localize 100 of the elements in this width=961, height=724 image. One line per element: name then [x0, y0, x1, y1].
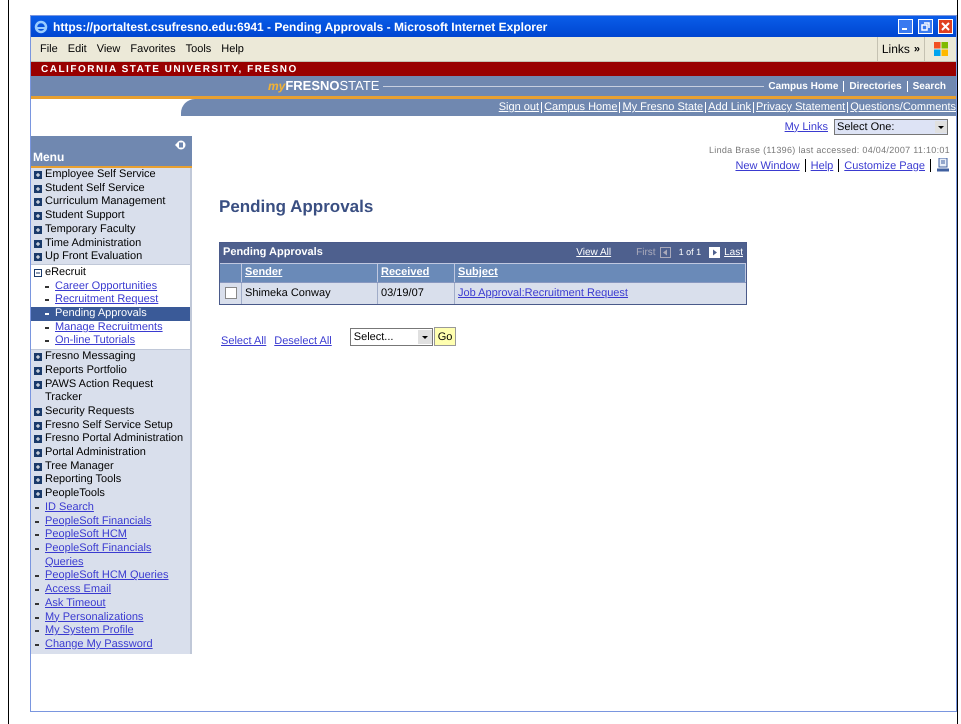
next-icon[interactable] [709, 247, 720, 258]
select-all-link[interactable]: Select All [221, 332, 266, 349]
portal-link[interactable]: Questions/Comments [850, 99, 956, 116]
menu-link[interactable]: On-line Tutorials [31, 334, 190, 348]
column-header[interactable]: Sender [245, 264, 282, 281]
menu-link[interactable]: PeopleSoft HCM [31, 528, 190, 542]
menu-link[interactable]: Recruitment Request [31, 293, 190, 308]
bullet-icon [45, 326, 49, 329]
my-links-link[interactable]: My Links [784, 118, 828, 136]
view-all-link[interactable]: View All [576, 245, 612, 260]
menu-link[interactable]: Career Opportunities [31, 280, 190, 294]
bullet-icon [45, 340, 49, 342]
menu-link[interactable]: Manage Recruitments [31, 320, 190, 334]
subject-link[interactable]: Job Approval:Recruitment Request [458, 284, 628, 302]
expand-icon[interactable] [34, 422, 42, 430]
minimize-button[interactable] [898, 19, 913, 34]
menu-folder[interactable]: PeopleTools [31, 487, 190, 501]
menu-link[interactable]: My Personalizations [31, 610, 190, 624]
menu-folder[interactable]: Fresno Self Service Setup [31, 418, 190, 432]
page-link[interactable]: Customize Page [844, 158, 925, 174]
menu-link[interactable]: Ask Timeout [31, 596, 190, 610]
expand-icon[interactable] [34, 212, 42, 220]
portal-link[interactable]: Sign out [498, 99, 540, 116]
page-link[interactable]: New Window [735, 158, 800, 174]
menu-link[interactable]: Pending Approvals [31, 307, 190, 321]
menu-link[interactable]: Change My Password [31, 638, 190, 652]
expand-icon[interactable] [34, 226, 42, 234]
expand-icon[interactable] [34, 184, 42, 193]
column-header[interactable]: Subject [458, 264, 498, 281]
go-button[interactable]: Go [434, 327, 456, 346]
menu-folder[interactable]: eRecruit [31, 266, 190, 280]
menu-link[interactable]: PeopleSoft Financials Queries [31, 542, 190, 570]
banner-link[interactable]: Directories [849, 78, 902, 94]
menu-folder[interactable]: Reports Portfolio [31, 364, 190, 378]
menu-item[interactable]: File [35, 40, 63, 58]
menu-folder[interactable]: Portal Administration [31, 446, 190, 460]
expand-icon[interactable] [34, 240, 42, 248]
collapse-icon[interactable] [34, 268, 42, 277]
menu-folder[interactable]: Employee Self Service [31, 168, 190, 182]
menu-item[interactable]: View [92, 40, 126, 58]
action-select[interactable]: Select... [350, 328, 433, 346]
menu-item[interactable]: Help [216, 40, 249, 58]
close-icon [941, 22, 950, 31]
bullet-icon [35, 602, 39, 605]
expand-icon[interactable] [34, 462, 42, 471]
my-links-select[interactable]: Select One: [834, 119, 948, 135]
chevron[interactable]: » [914, 40, 920, 58]
menu-folder[interactable]: PAWS Action Request Tracker [31, 378, 190, 405]
expand-icon[interactable] [34, 490, 42, 498]
expand-icon[interactable] [34, 253, 42, 262]
menu-item[interactable]: Favorites [125, 40, 181, 58]
menu-folder[interactable]: Time Administration [31, 236, 190, 250]
menu-folder[interactable]: Fresno Portal Administration [31, 432, 190, 446]
bullet-icon [45, 313, 49, 316]
menu-folder[interactable]: Up Front Evaluation [31, 250, 190, 264]
expand-icon[interactable] [34, 353, 42, 362]
banner-link[interactable]: Search [912, 78, 946, 94]
bullet-icon [35, 520, 39, 523]
expand-icon[interactable] [34, 198, 42, 206]
portal-link[interactable]: Add Link [708, 99, 751, 116]
menu-link[interactable]: PeopleSoft HCM Queries [31, 569, 190, 584]
portal-link[interactable]: My Fresno State [622, 99, 704, 116]
column-header[interactable]: Received [381, 264, 430, 281]
first-label: First [636, 246, 656, 260]
portal-link[interactable]: Privacy Statement [756, 99, 846, 116]
menu-folder[interactable]: Student Support [31, 209, 190, 223]
expand-icon[interactable] [34, 476, 42, 484]
menu-link[interactable]: PeopleSoft Financials [31, 514, 190, 528]
menu-folder[interactable]: Student Self Service [31, 182, 190, 196]
menu-folder[interactable]: Security Requests [31, 404, 190, 419]
window-title: https://portaltest.csufresno.edu:6941 - Pending Approvals - Microsoft Internet Explorer [53, 18, 548, 36]
links-label[interactable]: Links [882, 40, 910, 58]
logo-state: STATE [340, 77, 380, 96]
menu-folder[interactable]: Tree Manager [31, 460, 190, 474]
table-cell-text: 03/19/07 [381, 286, 424, 301]
menu-item[interactable]: Edit [62, 40, 92, 58]
link-separator [930, 159, 931, 172]
menu-link[interactable]: My System Profile [31, 624, 190, 638]
menu-item[interactable]: Tools [180, 40, 216, 58]
row-checkbox[interactable] [224, 287, 236, 299]
menu-folder[interactable]: Temporary Faculty [31, 222, 190, 237]
menu-link[interactable]: Access Email [31, 583, 190, 597]
expand-icon[interactable] [34, 171, 42, 179]
menu-folder[interactable]: Curriculum Management [31, 195, 190, 210]
menu-folder[interactable]: Fresno Messaging [31, 350, 190, 364]
menu-link[interactable]: ID Search [31, 500, 190, 515]
page-link[interactable]: Help [810, 158, 834, 174]
expand-icon[interactable] [34, 380, 42, 389]
menu-folder[interactable]: Reporting Tools [31, 473, 190, 488]
expand-icon[interactable] [34, 366, 42, 375]
banner-link[interactable]: Campus Home [768, 78, 838, 94]
deselect-all-link[interactable]: Deselect All [274, 332, 332, 349]
close-button[interactable] [938, 19, 953, 34]
last-link[interactable]: Last [724, 245, 743, 260]
expand-icon[interactable] [34, 435, 42, 444]
portal-link[interactable]: Campus Home [544, 99, 618, 116]
maximize-button[interactable] [918, 19, 933, 34]
expand-icon[interactable] [34, 408, 42, 416]
expand-icon[interactable] [34, 449, 42, 458]
previous-icon [660, 247, 671, 258]
